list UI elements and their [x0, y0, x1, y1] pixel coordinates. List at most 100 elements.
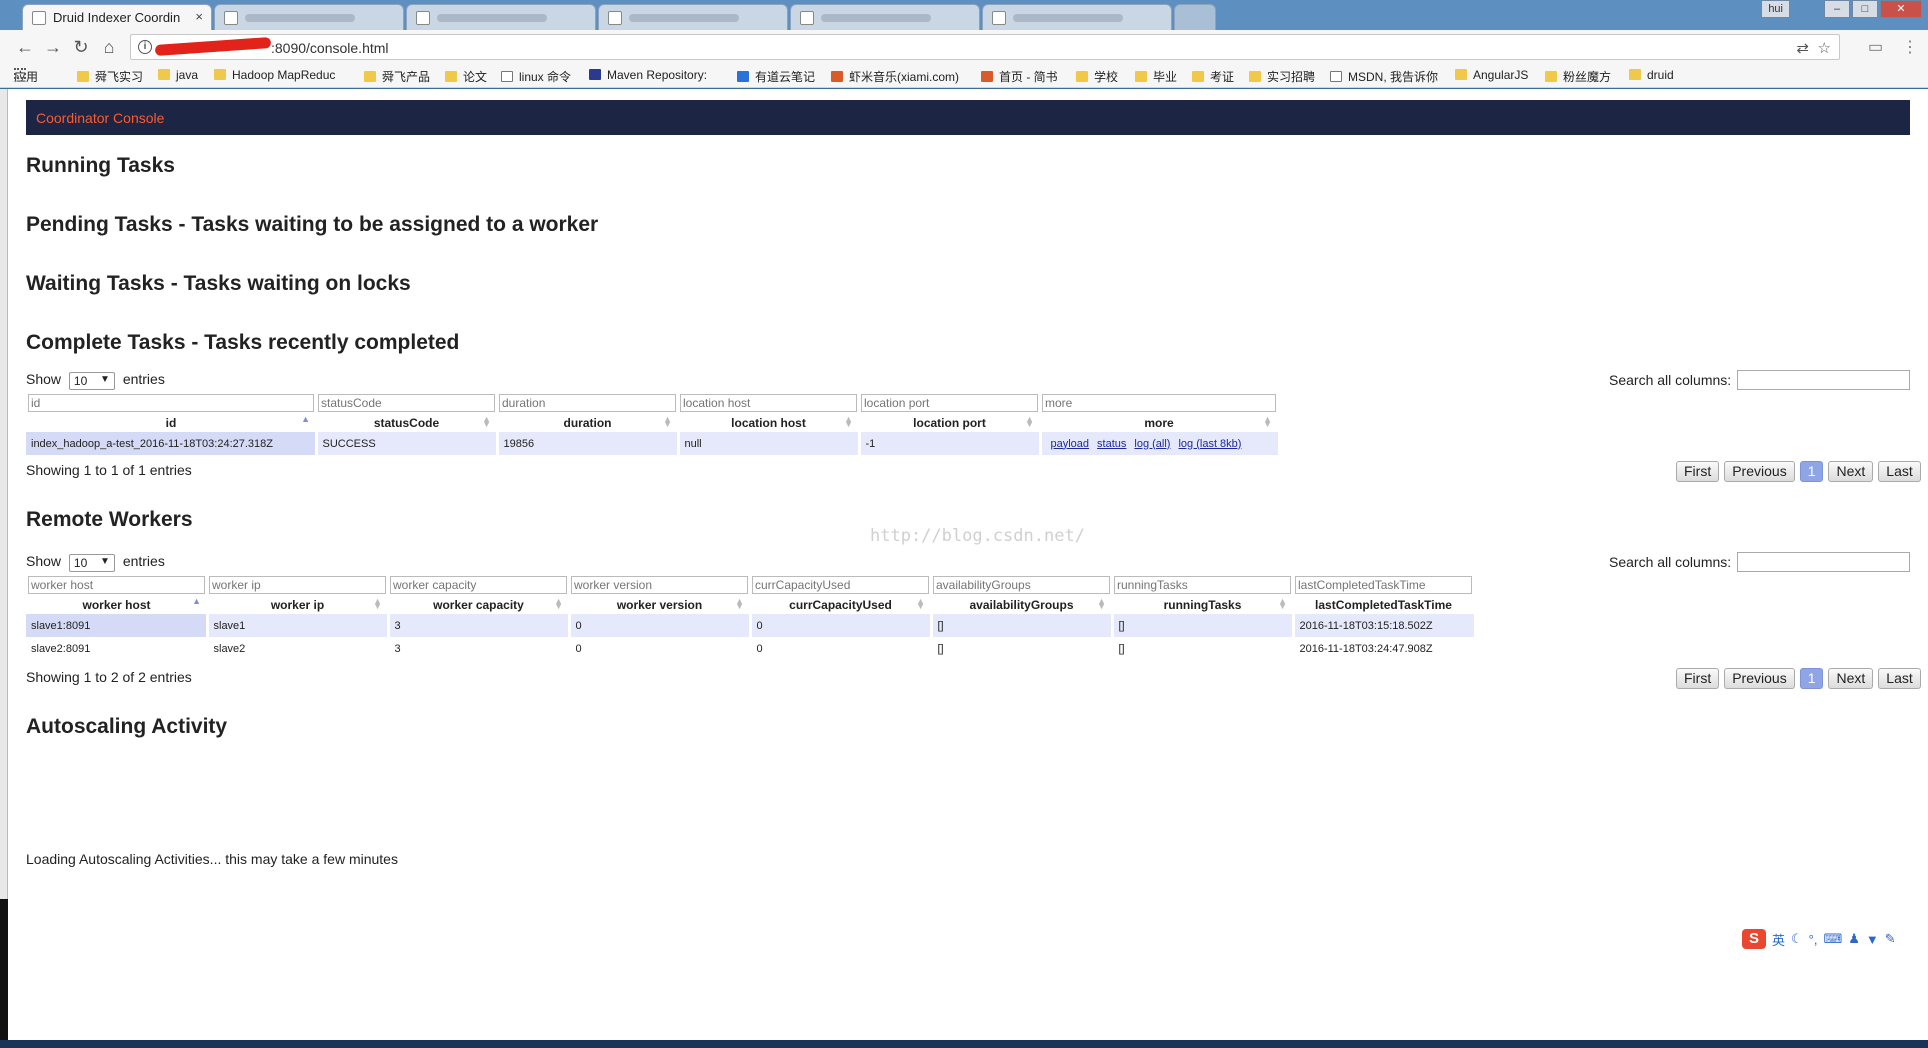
reload-icon[interactable]: ↻	[70, 36, 92, 58]
page-length-select[interactable]: 10 ▼	[68, 554, 115, 572]
page-length-select[interactable]: 10 ▼	[68, 372, 115, 390]
column-header-lastcompletedtasktime[interactable]: lastCompletedTaskTime	[1293, 596, 1474, 614]
filter-currcapacityused-input[interactable]	[752, 576, 929, 594]
bookmark-item[interactable]: 考证	[1192, 68, 1234, 85]
log-all-link[interactable]: log (all)	[1134, 438, 1170, 450]
shirt-icon[interactable]: ▼	[1866, 932, 1879, 947]
bookmark-item[interactable]: AngularJS	[1455, 68, 1528, 82]
info-icon[interactable]: i	[138, 40, 152, 54]
bookmark-item[interactable]: MSDN, 我告诉你	[1330, 68, 1438, 85]
bookmark-item[interactable]: 实习招聘	[1249, 68, 1315, 85]
column-header-more[interactable]: more ▲ ▼	[1040, 414, 1278, 432]
bookmark-item[interactable]: druid	[1629, 68, 1674, 82]
minimize-icon[interactable]: –	[1824, 0, 1850, 18]
column-header-statuscode[interactable]: statusCode ▲ ▼	[316, 414, 497, 432]
tab-background[interactable]	[982, 4, 1172, 30]
window-close-icon[interactable]: ✕	[1880, 0, 1922, 18]
column-header-duration[interactable]: duration ▲ ▼	[497, 414, 678, 432]
sogou-logo-icon[interactable]: S	[1742, 929, 1766, 949]
column-header-worker-host[interactable]: worker host ▲	[26, 596, 207, 614]
column-header-worker-capacity[interactable]: worker capacity ▲ ▼	[388, 596, 569, 614]
current-page-button[interactable]: 1	[1799, 668, 1824, 689]
filter-statuscode-input[interactable]	[318, 394, 495, 412]
filter-duration-input[interactable]	[499, 394, 676, 412]
bookmark-item[interactable]: java	[158, 68, 198, 82]
extension-icon[interactable]: ▭	[1868, 37, 1883, 57]
url-text[interactable]: :8090/console.html	[271, 40, 389, 56]
next-page-button[interactable]: Next	[1828, 668, 1874, 689]
filter-id-input[interactable]	[28, 394, 314, 412]
column-header-availabilitygroups[interactable]: availabilityGroups ▲ ▼	[931, 596, 1112, 614]
bookmark-item[interactable]: 论文	[445, 68, 487, 85]
filter-more-input[interactable]	[1042, 394, 1276, 412]
jianshu-icon	[981, 71, 993, 82]
tab-title: Druid Indexer Coordin	[53, 10, 181, 25]
bookmark-apps[interactable]: 应用	[14, 68, 38, 85]
filter-location-port-input[interactable]	[861, 394, 1038, 412]
bookmark-item[interactable]: 粉丝魔方	[1545, 68, 1611, 85]
keyboard-icon[interactable]: ⌨	[1823, 931, 1842, 947]
bookmark-item[interactable]: Hadoop MapReduc	[214, 68, 335, 82]
payload-link[interactable]: payload	[1051, 438, 1090, 450]
bookmark-item[interactable]: 学校	[1076, 68, 1118, 85]
tab-background[interactable]	[214, 4, 404, 30]
first-page-button[interactable]: First	[1676, 668, 1720, 689]
ime-mode-label[interactable]: 英	[1772, 930, 1785, 949]
filter-runningtasks-input[interactable]	[1114, 576, 1291, 594]
tab-background[interactable]	[406, 4, 596, 30]
bookmark-item[interactable]: 首页 - 简书	[981, 68, 1058, 85]
new-tab-button[interactable]	[1174, 4, 1216, 30]
first-page-button[interactable]: First	[1676, 461, 1720, 482]
address-bar[interactable]: i :8090/console.html ⇄ ☆	[130, 34, 1840, 60]
star-icon[interactable]: ☆	[1818, 39, 1831, 57]
moon-icon[interactable]: ☾	[1791, 931, 1803, 947]
filter-worker-version-input[interactable]	[571, 576, 748, 594]
translate-icon[interactable]: ⇄	[1796, 39, 1809, 57]
home-icon[interactable]: ⌂	[98, 36, 120, 58]
bookmark-item[interactable]: Maven Repository:	[589, 68, 707, 82]
tab-background[interactable]	[790, 4, 980, 30]
back-arrow-icon[interactable]: ←	[14, 36, 36, 58]
column-header-worker-version[interactable]: worker version ▲ ▼	[569, 596, 750, 614]
maximize-icon[interactable]: □	[1852, 0, 1878, 18]
filter-worker-ip-input[interactable]	[209, 576, 386, 594]
bookmark-item[interactable]: linux 命令	[501, 68, 571, 85]
column-header-currcapacityused[interactable]: currCapacityUsed ▲ ▼	[750, 596, 931, 614]
last-page-button[interactable]: Last	[1878, 668, 1921, 689]
forward-arrow-icon[interactable]: →	[42, 36, 64, 58]
column-header-runningtasks[interactable]: runningTasks ▲ ▼	[1112, 596, 1293, 614]
bookmark-item[interactable]: 舜飞产品	[364, 68, 430, 85]
bookmark-item[interactable]: 虾米音乐(xiami.com)	[831, 68, 959, 85]
column-header-location-port[interactable]: location port ▲ ▼	[859, 414, 1040, 432]
status-link[interactable]: status	[1097, 438, 1126, 450]
filter-worker-host-input[interactable]	[28, 576, 205, 594]
console-title[interactable]: Coordinator Console	[36, 110, 164, 126]
column-header-id[interactable]: id ▲	[26, 414, 316, 432]
bookmark-item[interactable]: 有道云笔记	[737, 68, 815, 85]
filter-worker-capacity-input[interactable]	[390, 576, 567, 594]
wrench-icon[interactable]: ✎	[1885, 931, 1896, 947]
menu-icon[interactable]: ⋮	[1902, 37, 1918, 57]
punctuation-icon[interactable]: °,	[1809, 932, 1818, 947]
log-last-8kb-link[interactable]: log (last 8kb)	[1178, 438, 1241, 450]
user-icon[interactable]: ♟	[1848, 931, 1860, 947]
filter-location-host-input[interactable]	[680, 394, 857, 412]
bookmark-item[interactable]: 毕业	[1135, 68, 1177, 85]
last-page-button[interactable]: Last	[1878, 461, 1921, 482]
tab-close-icon[interactable]: ×	[195, 9, 203, 24]
tab-active[interactable]: Druid Indexer Coordin ×	[22, 4, 212, 30]
next-page-button[interactable]: Next	[1828, 461, 1874, 482]
bookmark-item[interactable]: 舜飞实习	[77, 68, 143, 85]
filter-lastcompletedtasktime-input[interactable]	[1295, 576, 1472, 594]
filter-availabilitygroups-input[interactable]	[933, 576, 1110, 594]
workers-search-input[interactable]	[1737, 552, 1910, 572]
column-header-worker-ip[interactable]: worker ip ▲ ▼	[207, 596, 388, 614]
previous-page-button[interactable]: Previous	[1724, 668, 1795, 689]
current-page-button[interactable]: 1	[1799, 461, 1824, 482]
previous-page-button[interactable]: Previous	[1724, 461, 1795, 482]
complete-tasks-search-input[interactable]	[1737, 370, 1910, 390]
profile-badge[interactable]: hui	[1761, 0, 1790, 18]
tab-title-blurred	[245, 14, 355, 22]
column-header-location-host[interactable]: location host ▲ ▼	[678, 414, 859, 432]
tab-background[interactable]	[598, 4, 788, 30]
